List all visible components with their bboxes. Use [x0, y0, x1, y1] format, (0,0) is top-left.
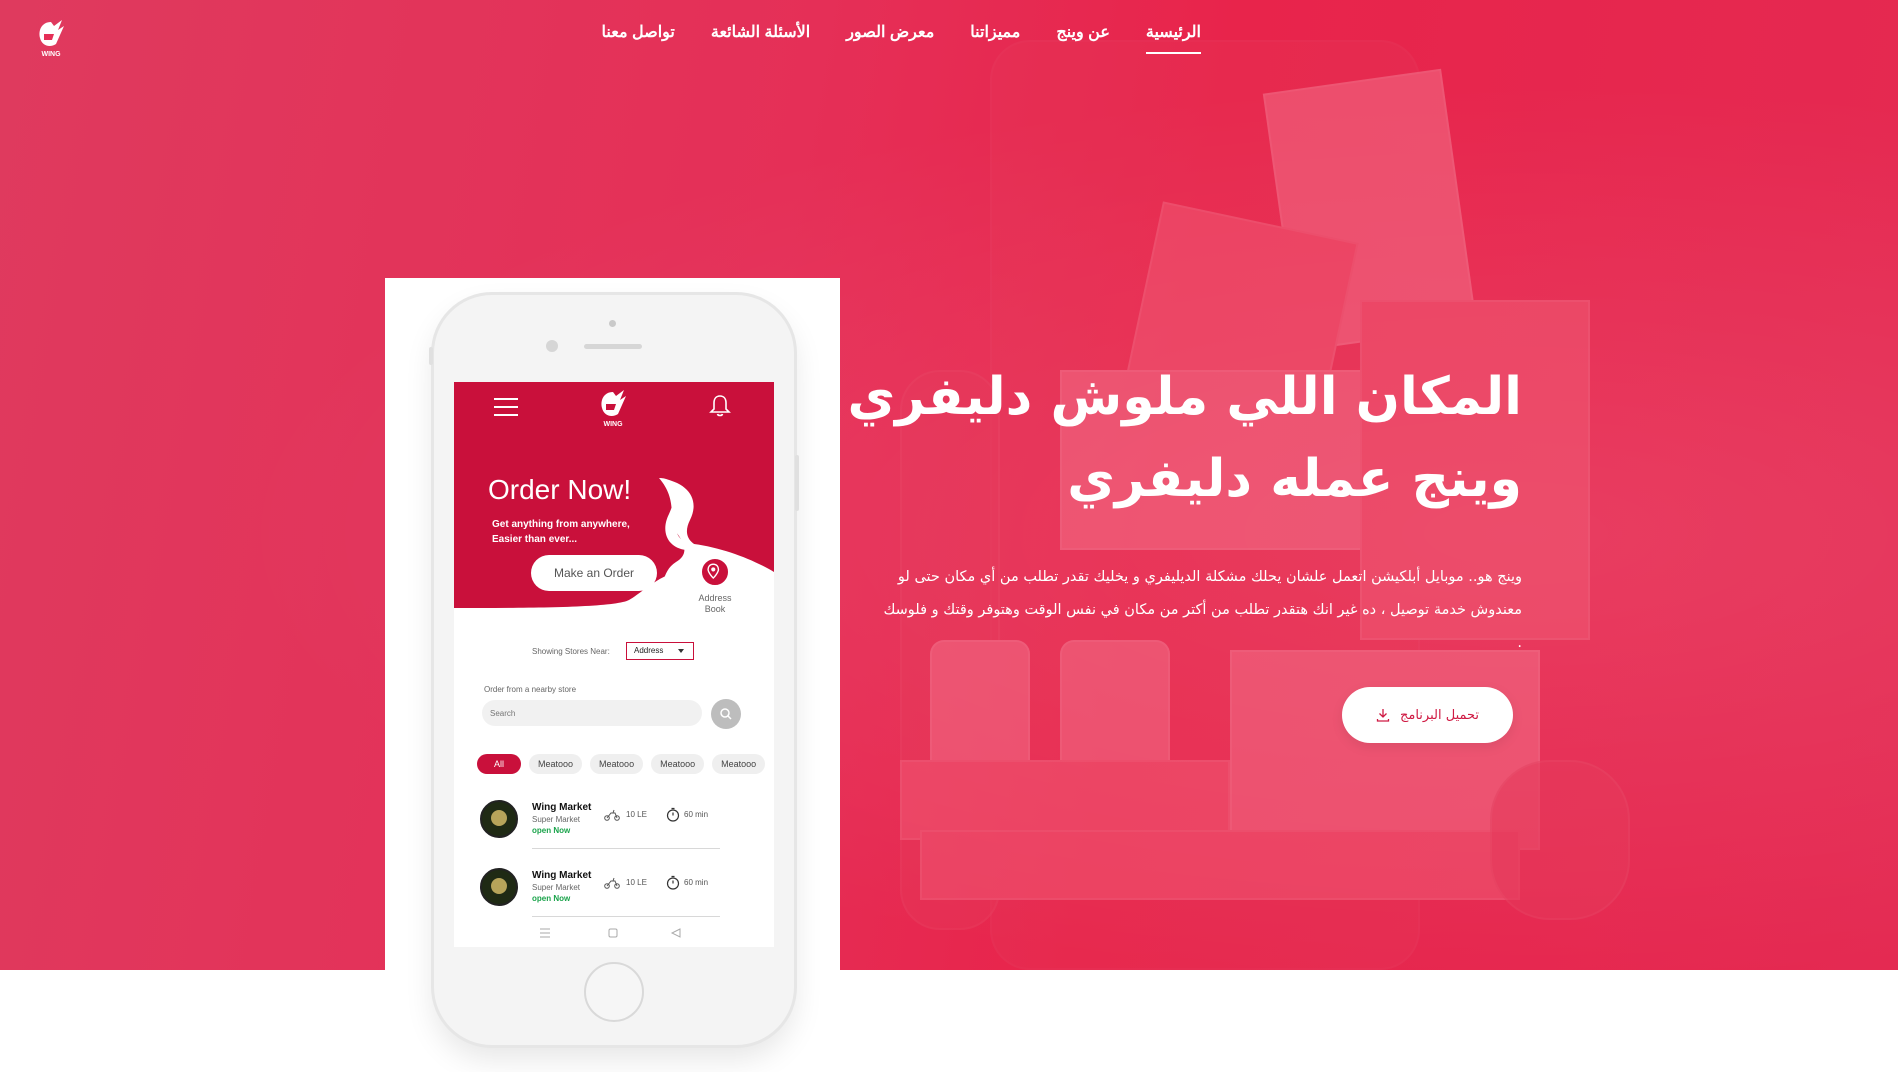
phone-mockup: WING Order Now! Get anything from anywhe…: [429, 295, 799, 1045]
headline-line-2: وينج عمله دليفري: [1067, 449, 1522, 509]
timer-icon: [666, 875, 680, 890]
chip-all[interactable]: All: [477, 754, 522, 774]
download-button-label: تحميل البرنامج: [1399, 707, 1480, 723]
hero-paragraph: وينج هو.. موبايل أبلكيشن اتعمل علشان يحل…: [883, 569, 1522, 651]
wing-logo-icon[interactable]: WING: [34, 18, 68, 58]
chevron-down-icon: [678, 649, 684, 653]
phone-sensor: [546, 340, 558, 352]
phone-camera: [609, 320, 616, 327]
order-from-label: Order from a nearby store: [484, 685, 577, 694]
android-home-icon: [608, 928, 618, 938]
wing-app-logo-icon: WING: [601, 390, 626, 428]
nav-features[interactable]: مميزاتنا: [970, 22, 1020, 54]
nav-faq[interactable]: الأسئلة الشائعة: [711, 22, 810, 54]
nav-gallery[interactable]: معرض الصور: [846, 22, 934, 54]
bell-icon[interactable]: [708, 394, 732, 418]
location-pin-icon[interactable]: [700, 557, 730, 587]
app-screen: WING Order Now! Get anything from anywhe…: [454, 382, 774, 947]
hero-headline: المكان اللي ملوش دليفري وينج عمله دليفري: [802, 356, 1522, 520]
search-icon: [720, 708, 732, 720]
chip-category[interactable]: Meatooo: [590, 754, 644, 774]
chip-category[interactable]: Meatooo: [529, 754, 583, 774]
android-nav-bar: [540, 928, 681, 938]
nav-home[interactable]: الرئيسية: [1145, 22, 1201, 54]
nav-about[interactable]: عن وينج: [1056, 22, 1110, 54]
store-name: Wing Market: [532, 802, 592, 813]
search-input[interactable]: [482, 700, 702, 726]
delivery-fee: 10 LE: [626, 810, 647, 819]
phone-home-button: [584, 962, 644, 1022]
category-chips: All Meatooo Meatooo Meatooo Meatooo: [477, 754, 766, 774]
download-icon: [1376, 709, 1390, 722]
order-now-title: Order Now!: [488, 474, 632, 505]
download-app-button[interactable]: تحميل البرنامج: [1342, 687, 1513, 743]
main-nav: الرئيسية عن وينج مميزاتنا معرض الصور الأ…: [602, 22, 1201, 54]
delivery-time: 60 min: [684, 878, 709, 887]
address-select[interactable]: Address: [626, 642, 694, 660]
order-now-subtitle: Get anything from anywhere, Easier than …: [492, 519, 630, 545]
store-avatar: [480, 800, 518, 838]
page: WING الرئيسية عن وينج مميزاتنا معرض الصو…: [0, 0, 1898, 1072]
store-status: open Now: [532, 826, 571, 835]
headline-line-1: المكان اللي ملوش دليفري: [847, 367, 1522, 427]
chip-category[interactable]: Meatooo: [712, 754, 766, 774]
scooter-icon: [604, 809, 620, 821]
app-header: WING Order Now! Get anything from anywhe…: [454, 382, 774, 619]
store-avatar: [480, 868, 518, 906]
store-list-item[interactable]: Wing Market Super Market open Now 10 LE …: [480, 800, 750, 856]
showing-stores-label: Showing Stores Near:: [532, 647, 610, 656]
store-status: open Now: [532, 894, 571, 903]
store-name: Wing Market: [532, 870, 592, 881]
svg-text:WING: WING: [41, 51, 61, 58]
svg-text:WING: WING: [603, 421, 623, 428]
phone-speaker: [584, 344, 642, 349]
timer-icon: [666, 807, 680, 822]
store-list-item[interactable]: Wing Market Super Market open Now 10 LE …: [480, 868, 750, 924]
delivery-fee: 10 LE: [626, 878, 647, 887]
android-menu-icon: [540, 928, 550, 938]
android-back-icon: [670, 928, 681, 938]
hero-section: WING الرئيسية عن وينج مميزاتنا معرض الصو…: [0, 0, 1898, 970]
menu-icon[interactable]: [494, 398, 518, 418]
search-button[interactable]: [711, 699, 741, 729]
make-order-button[interactable]: Make an Order: [531, 555, 657, 591]
scooter-icon: [604, 877, 620, 889]
store-type: Super Market: [532, 883, 581, 892]
address-book-label: Address Book: [698, 593, 732, 614]
store-type: Super Market: [532, 815, 581, 824]
chip-category[interactable]: Meatooo: [651, 754, 705, 774]
nav-contact[interactable]: تواصل معنا: [602, 22, 675, 54]
delivery-time: 60 min: [684, 810, 709, 819]
